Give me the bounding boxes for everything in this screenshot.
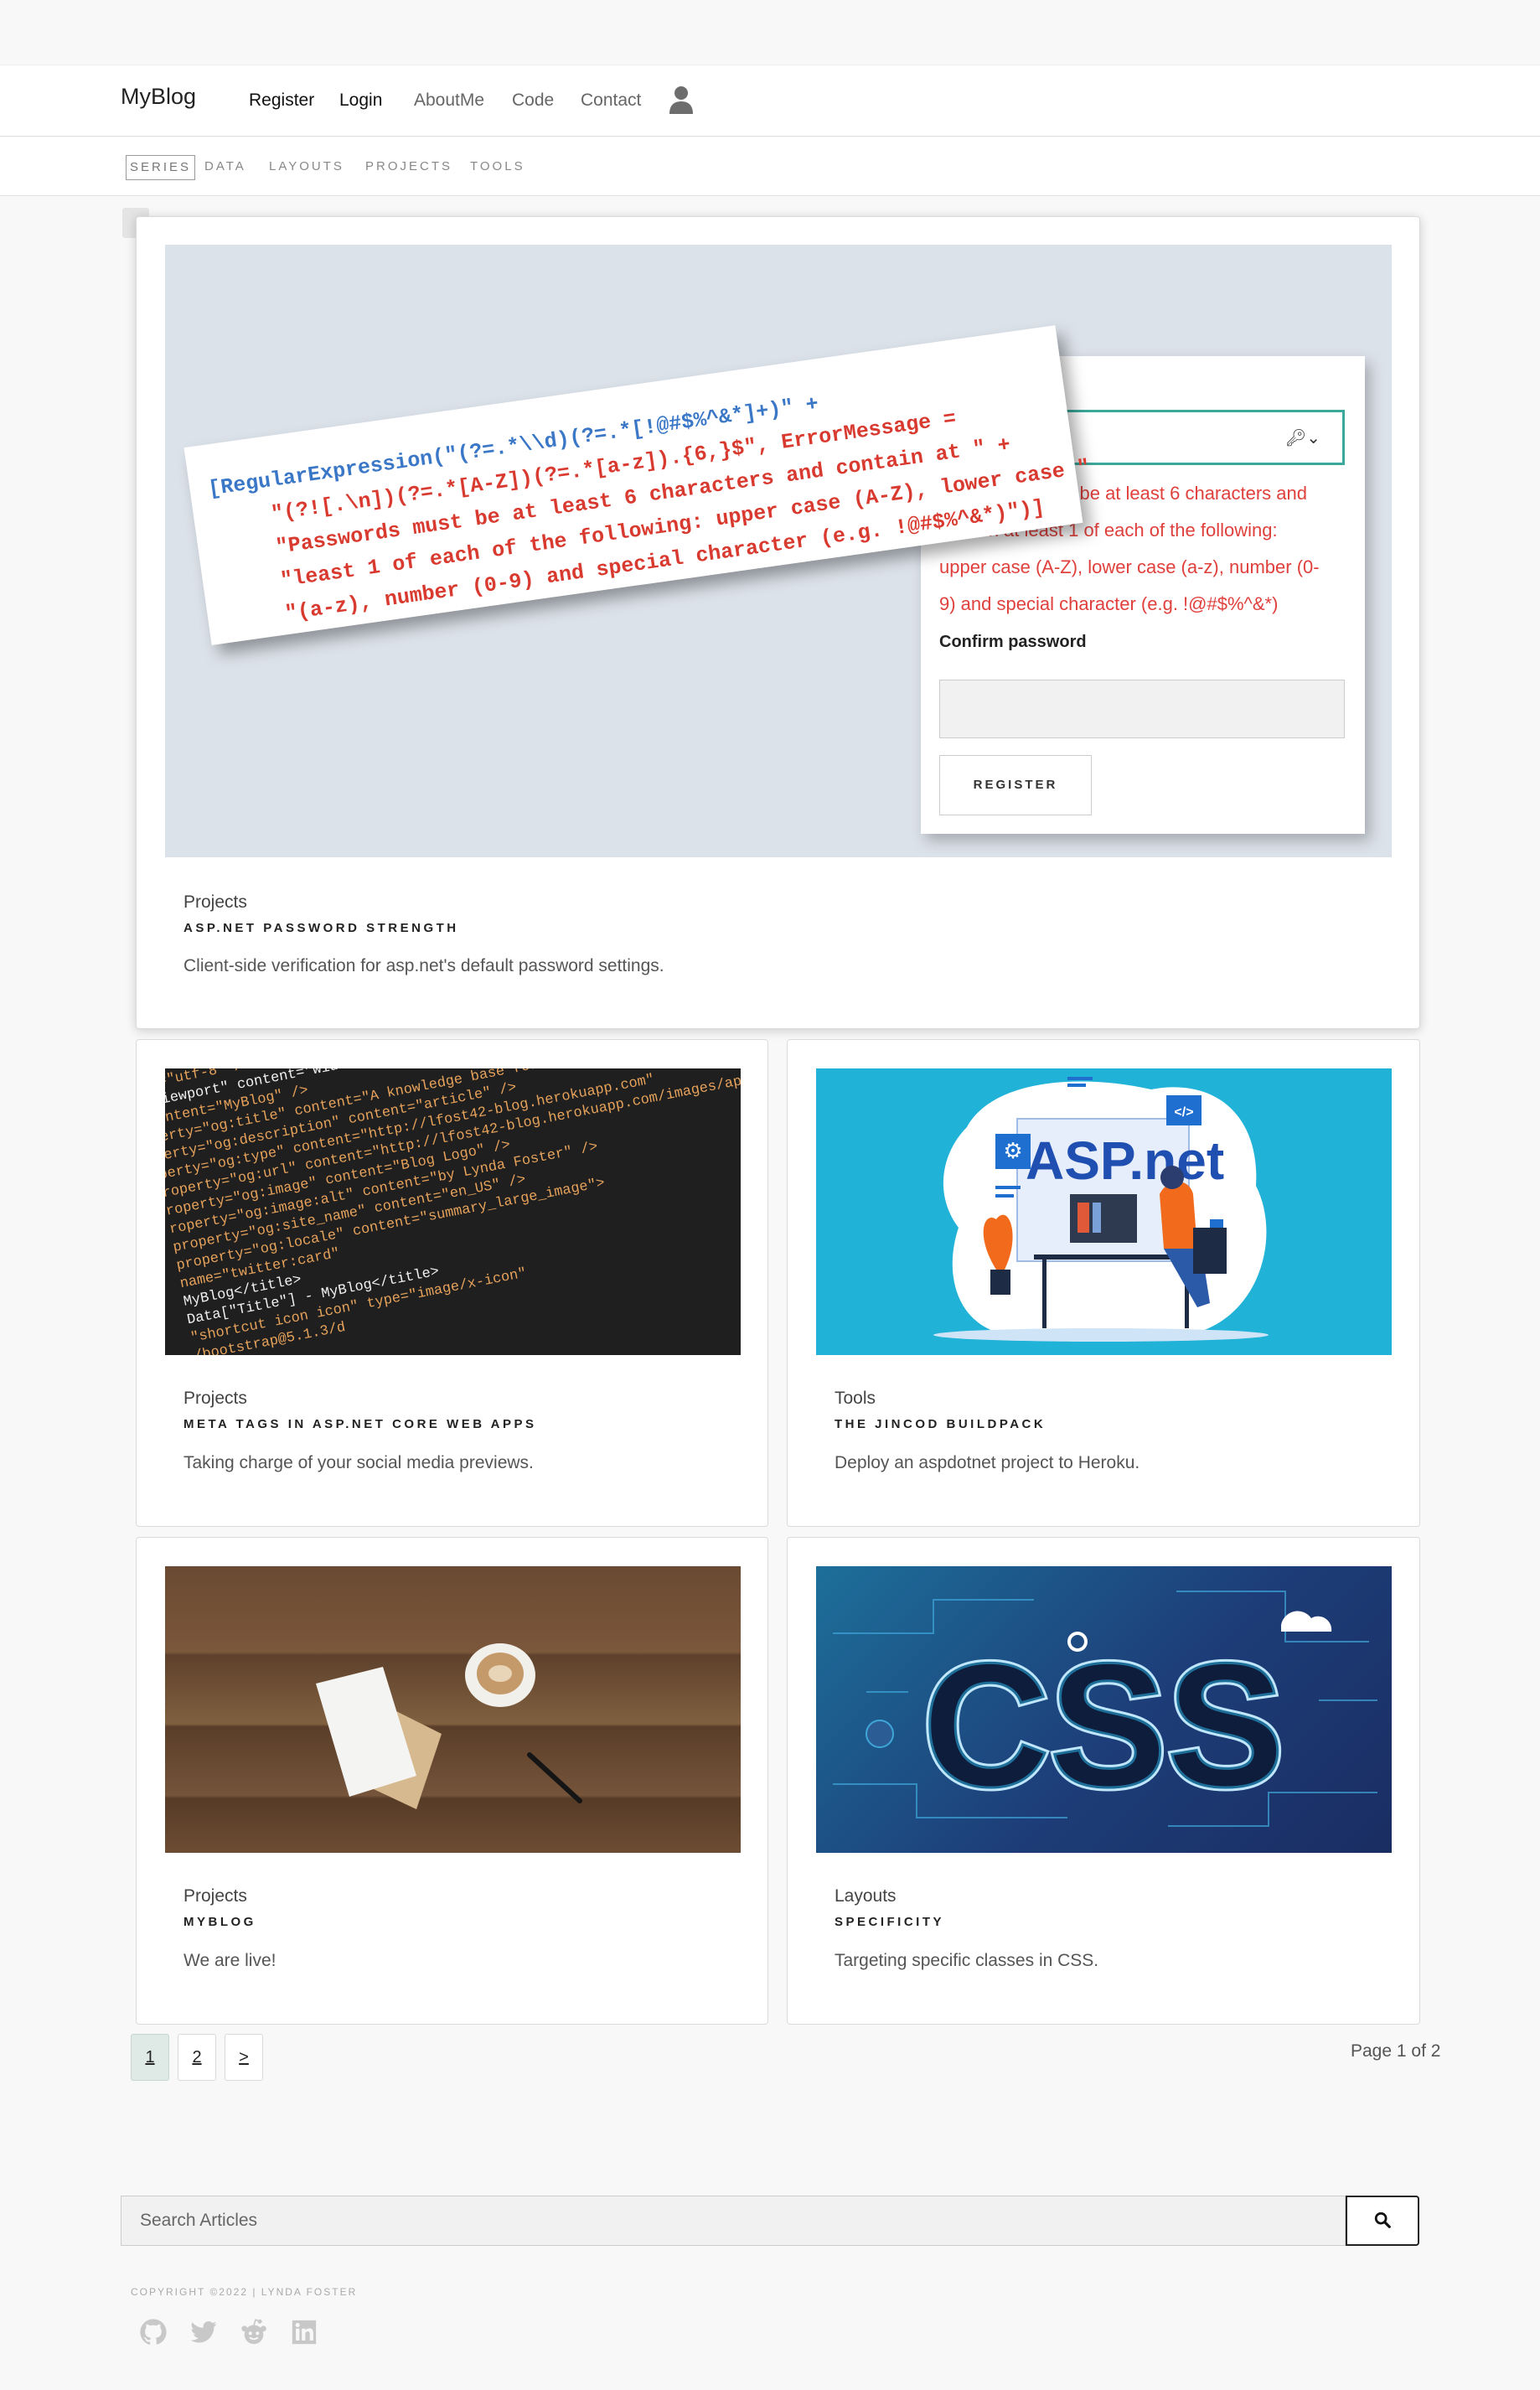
desk-photo-svg: [316, 1643, 582, 1809]
post-category: Projects: [183, 892, 247, 912]
post-title: META TAGS IN ASP.NET CORE WEB APPS: [183, 1417, 537, 1431]
post-category: Projects: [183, 1886, 247, 1906]
confirm-password-field-mock: [939, 680, 1345, 738]
meta-tags-code-image: et="utf-8" /> "viewport" content="width=…: [165, 1068, 741, 1355]
nav-register[interactable]: Register: [249, 91, 314, 111]
post-category: Projects: [183, 1389, 247, 1408]
search-button[interactable]: [1346, 2196, 1419, 2246]
key-icon: 🔑︎⌄: [1284, 429, 1320, 447]
featured-post-image: 🔑︎⌄ Passwords must be at least 6 charact…: [165, 245, 1392, 857]
post-description: Deploy an aspdotnet project to Heroku.: [835, 1453, 1140, 1472]
user-icon[interactable]: [669, 85, 694, 114]
search-input[interactable]: [121, 2196, 1346, 2246]
svg-text:CSS: CSS: [922, 1627, 1284, 1824]
post-title: SPECIFICITY: [835, 1915, 945, 1929]
subnav-tools[interactable]: TOOLS: [467, 155, 529, 180]
confirm-password-label: Confirm password: [939, 633, 1087, 651]
nav-login[interactable]: Login: [339, 91, 382, 111]
post-card[interactable]: ⚙ </> ASP.net Tools THE JINCOD BUILDPACK…: [787, 1039, 1420, 1527]
post-description: We are live!: [183, 1951, 276, 1970]
error-line: 9) and special character (e.g. !@#$%^&*): [939, 593, 1279, 614]
svg-text:⚙: ⚙: [1003, 1138, 1022, 1163]
asp-net-illustration-svg: ⚙ </> ASP.net: [933, 1077, 1269, 1342]
nav-aboutme[interactable]: AboutMe: [414, 91, 484, 111]
linkedin-icon[interactable]: [290, 2318, 318, 2346]
post-card[interactable]: et="utf-8" /> "viewport" content="width=…: [136, 1039, 768, 1527]
twitter-icon[interactable]: [189, 2318, 218, 2346]
svg-text:ASP.net: ASP.net: [1026, 1130, 1224, 1191]
search-icon: [1374, 2212, 1391, 2228]
meta-code-lines: et="utf-8" /> "viewport" content="width=…: [165, 1068, 741, 1355]
register-button-mock: REGISTER: [939, 755, 1092, 815]
category-subnav: SERIES DATA LAYOUTS PROJECTS TOOLS: [0, 137, 1540, 196]
github-icon[interactable]: [139, 2318, 168, 2346]
post-card[interactable]: CSS CSS Layouts SPECIFICITY Targeting sp…: [787, 1537, 1420, 2025]
css-illustration-svg: CSS CSS: [833, 1591, 1377, 1828]
post-card[interactable]: Projects MYBLOG We are live!: [136, 1537, 768, 2025]
page-info: Page 1 of 2: [1351, 2041, 1441, 2061]
featured-post-card[interactable]: 🔑︎⌄ Passwords must be at least 6 charact…: [136, 216, 1420, 1029]
copyright-text: COPYRIGHT ©2022 | LYNDA FOSTER: [131, 2286, 358, 2298]
subnav-layouts[interactable]: LAYOUTS: [266, 155, 348, 180]
subnav-series[interactable]: SERIES: [126, 155, 196, 180]
next-page-button[interactable]: >: [225, 2034, 263, 2081]
post-title: THE JINCOD BUILDPACK: [835, 1417, 1046, 1431]
top-navbar: MyBlog Register Login AboutMe Code Conta…: [0, 65, 1540, 137]
nav-code[interactable]: Code: [512, 91, 554, 111]
nav-contact[interactable]: Contact: [581, 91, 641, 111]
subnav-projects[interactable]: PROJECTS: [362, 155, 456, 180]
desk-photo-image: [165, 1566, 741, 1853]
reddit-icon[interactable]: [240, 2318, 268, 2346]
post-category: Tools: [835, 1389, 876, 1408]
post-description: Taking charge of your social media previ…: [183, 1453, 534, 1472]
post-title: ASP.NET PASSWORD STRENGTH: [183, 921, 459, 935]
post-title: MYBLOG: [183, 1915, 256, 1929]
post-description: Client-side verification for asp.net's d…: [183, 956, 664, 975]
css-illustration: CSS CSS: [816, 1566, 1392, 1853]
post-description: Targeting specific classes in CSS.: [835, 1951, 1099, 1970]
asp-net-illustration: ⚙ </> ASP.net: [816, 1068, 1392, 1355]
page-1-button[interactable]: 1: [131, 2034, 169, 2081]
brand-logo[interactable]: MyBlog: [121, 84, 196, 110]
page-2-button[interactable]: 2: [178, 2034, 216, 2081]
subnav-data[interactable]: DATA: [201, 155, 250, 180]
error-line: upper case (A-Z), lower case (a-z), numb…: [939, 556, 1320, 577]
svg-text:</>: </>: [1174, 1105, 1193, 1120]
post-category: Layouts: [835, 1886, 897, 1906]
